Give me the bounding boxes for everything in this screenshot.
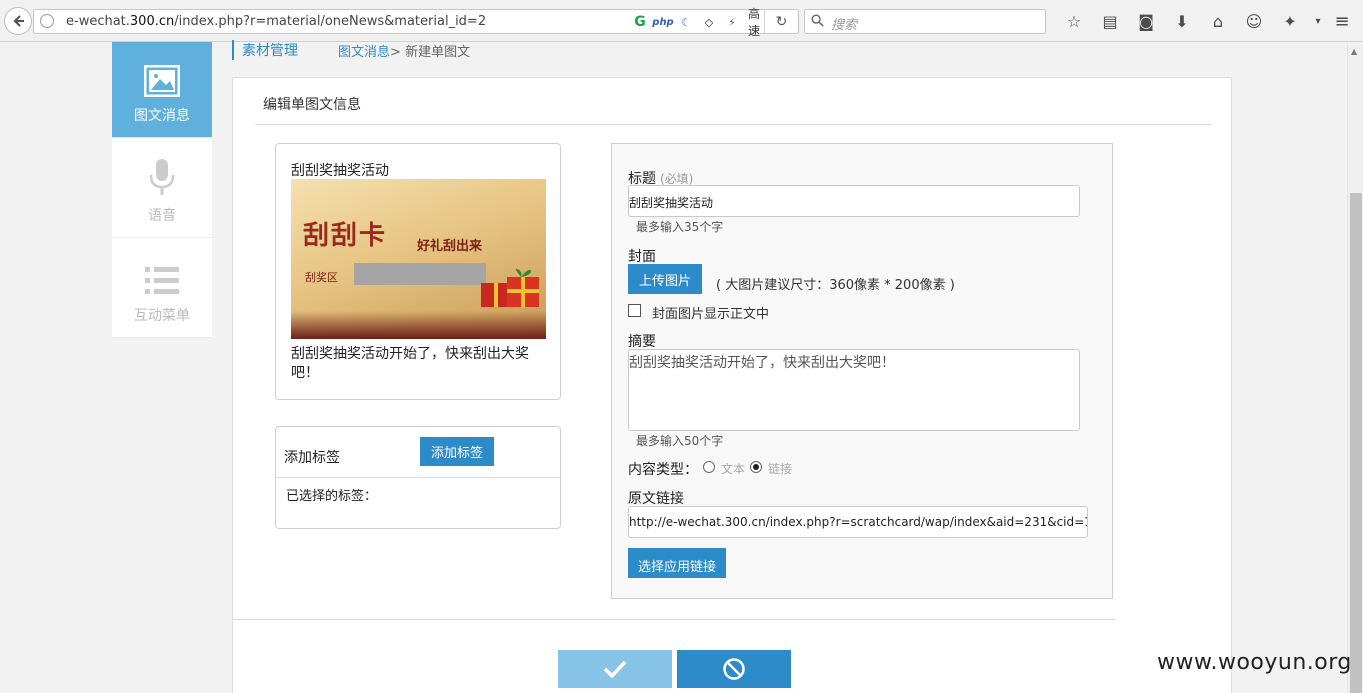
toolbar-icons: ☆ ▤ ◙ ⬇ ⌂ ☺ ✦ ▾ — [1056, 9, 1328, 33]
moon-icon[interactable]: ☾ — [677, 13, 695, 31]
url-text[interactable]: e-wechat.300.cn/index.php?r=material/one… — [66, 14, 486, 29]
diamond-icon[interactable]: ◇ — [700, 13, 718, 31]
tag-box: 添加标签 添加标签 已选择的标签： — [275, 426, 561, 529]
confirm-button[interactable] — [558, 650, 672, 688]
cancel-button[interactable] — [677, 650, 791, 688]
star-icon[interactable]: ☆ — [1056, 9, 1092, 33]
preview-description: 刮刮奖抽奖活动开始了，快来刮出大奖吧！ — [291, 346, 529, 381]
summary-label: 摘要 — [628, 334, 656, 350]
divider — [276, 477, 560, 478]
check-icon — [603, 660, 627, 679]
sidebar-item-label: 图文消息 — [134, 108, 190, 124]
source-link-label: 原文链接 — [628, 491, 684, 507]
title-input[interactable]: 刮刮奖抽奖活动 — [628, 185, 1080, 217]
google-scholar-icon[interactable]: G — [631, 13, 649, 31]
sidebar-item-label: 语音 — [148, 208, 176, 224]
search-input[interactable]: 搜索 — [831, 14, 857, 33]
sidebar-item-news[interactable]: 图文消息 — [112, 42, 212, 138]
cover-in-body-label: 封面图片显示正文中 — [652, 307, 770, 322]
add-tag-button[interactable]: 添加标签 — [420, 437, 494, 466]
sidebar-item-voice[interactable]: 语音 — [112, 138, 212, 238]
page-scrollbar[interactable]: ▲ — [1347, 43, 1363, 693]
breadcrumb-separator: > — [390, 44, 401, 60]
content-type-text-label: 文本 — [721, 462, 746, 476]
pocket-icon[interactable]: ◙ — [1128, 9, 1164, 33]
preview-title: 刮刮奖抽奖活动 — [291, 163, 389, 179]
scratch-area — [354, 263, 486, 285]
back-button[interactable] — [4, 7, 32, 35]
cover-label: 封面 — [628, 249, 656, 265]
content-type-link-label: 链接 — [768, 462, 793, 476]
hamburger-menu-icon[interactable]: ≡ — [1330, 9, 1354, 33]
cover-in-body-checkbox[interactable] — [628, 304, 641, 317]
breadcrumb: 素材管理 图文消息> 新建单图文 — [232, 40, 470, 60]
breadcrumb-current: 新建单图文 — [405, 44, 471, 60]
microphone-icon — [149, 159, 175, 195]
reload-icon[interactable]: ↻ — [764, 10, 798, 33]
list-icon — [145, 267, 179, 294]
selected-tags-label: 已选择的标签： — [286, 489, 378, 504]
arrow-left-icon — [13, 15, 24, 27]
scroll-thumb[interactable] — [1350, 193, 1362, 693]
news-preview: 刮刮奖抽奖活动 刮刮卡 好礼刮出来 刮奖区 刮刮奖抽奖活动开始了，快来刮出大奖吧… — [275, 143, 561, 400]
image-text-area: 刮奖区 — [305, 271, 338, 284]
sidebar-item-label: 互动菜单 — [134, 308, 190, 324]
search-icon — [811, 14, 824, 27]
watermark: www.wooyun.org — [1157, 650, 1352, 675]
material-sidebar: 图文消息 语音 互动菜单 — [112, 42, 212, 338]
browser-toolbar: e-wechat.300.cn/index.php?r=material/one… — [0, 0, 1363, 42]
edit-news-card: 编辑单图文信息 刮刮奖抽奖活动 刮刮卡 好礼刮出来 刮奖区 刮刮奖抽奖活动开始了… — [232, 77, 1232, 693]
tag-label: 添加标签 — [284, 450, 340, 466]
sidebar-item-menu[interactable]: 互动菜单 — [112, 238, 212, 338]
search-bar[interactable]: 搜索 — [804, 9, 1046, 34]
home-icon[interactable]: ⌂ — [1200, 9, 1236, 33]
image-icon — [144, 65, 180, 97]
image-text-main: 刮刮卡 — [303, 221, 388, 251]
upload-image-button[interactable]: 上传图片 — [628, 264, 702, 294]
divider — [233, 619, 1115, 620]
breadcrumb-link[interactable]: 图文消息 — [338, 45, 390, 60]
chat-icon[interactable]: ☺ — [1236, 9, 1272, 33]
scroll-up-icon[interactable]: ▲ — [1351, 47, 1357, 56]
address-bar[interactable]: e-wechat.300.cn/index.php?r=material/one… — [33, 7, 799, 38]
title-hint: 最多输入35个字 — [636, 220, 724, 234]
breadcrumb-section: 素材管理 — [242, 43, 298, 59]
lightning-icon[interactable]: ⚡ — [723, 13, 741, 31]
summary-textarea[interactable]: 刮刮奖抽奖活动开始了，快来刮出大奖吧！ — [628, 349, 1080, 431]
page-title: 编辑单图文信息 — [263, 97, 361, 113]
source-link-input[interactable]: http://e-wechat.300.cn/index.php?r=scrat… — [628, 506, 1088, 538]
globe-icon — [40, 14, 54, 28]
download-icon[interactable]: ⬇ — [1164, 9, 1200, 33]
reader-icon[interactable]: ▤ — [1092, 9, 1128, 33]
content-type-link-radio[interactable] — [750, 461, 762, 473]
chevron-down-icon[interactable]: ▾ — [1308, 9, 1328, 33]
choose-app-link-button[interactable]: 选择应用链接 — [628, 548, 726, 578]
required-mark: (必填) — [660, 172, 694, 186]
content-type-text-radio[interactable] — [703, 461, 715, 473]
news-form: 标题 (必填) 刮刮奖抽奖活动 最多输入35个字 封面 上传图片 ( 大图片建议尺… — [611, 143, 1113, 599]
gift-icon — [481, 268, 539, 307]
forbidden-icon — [723, 658, 745, 680]
extension-icon[interactable]: ✦ — [1272, 9, 1308, 33]
php-icon[interactable]: php — [652, 13, 673, 31]
upload-size-note: ( 大图片建议尺寸：360像素 * 200像素 ) — [716, 278, 955, 293]
extension-icons: G php ☾ ◇ ⚡ 高速 — [631, 7, 766, 38]
content-type-label: 内容类型： — [628, 462, 698, 478]
image-text-sub: 好礼刮出来 — [417, 239, 483, 254]
preview-cover-image: 刮刮卡 好礼刮出来 刮奖区 — [291, 179, 546, 339]
image-burnt-edge — [291, 311, 546, 339]
summary-hint: 最多输入50个字 — [636, 434, 724, 448]
divider — [255, 124, 1211, 125]
